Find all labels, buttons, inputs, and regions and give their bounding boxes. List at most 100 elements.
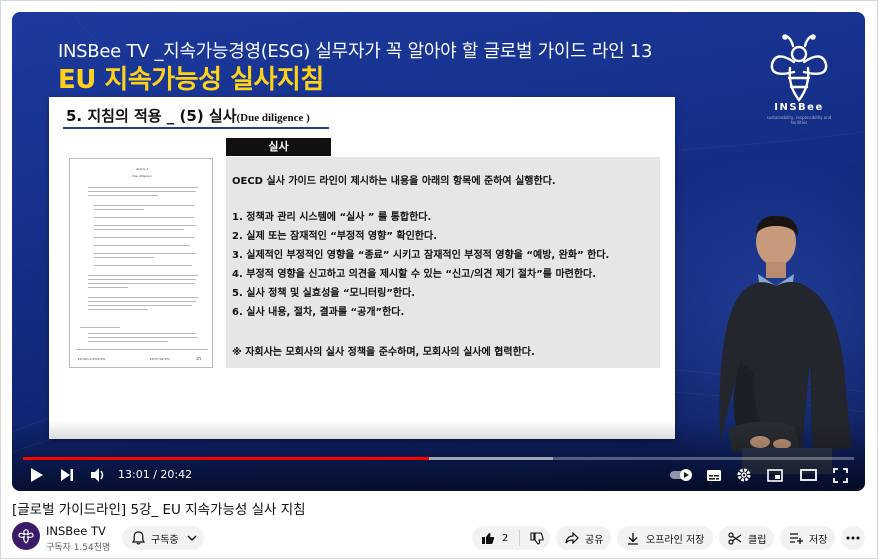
autoplay-toggle-icon	[670, 469, 692, 481]
autoplay-toggle[interactable]	[667, 464, 697, 486]
insbee-logo-text: INSBee	[774, 102, 824, 113]
clip-button[interactable]: 클립	[719, 526, 774, 550]
doc-line	[88, 187, 198, 188]
slide-item: 6. 실사 내용, 절차, 결과를 “공개”한다.	[232, 307, 405, 318]
video-player[interactable]: INSBee TV _지속가능경영(ESG) 실무자가 꼭 알아야 할 글로벌 …	[12, 12, 865, 491]
doc-line	[94, 245, 190, 246]
settings-icon	[737, 468, 751, 482]
settings-button[interactable]	[733, 464, 755, 486]
doc-line	[88, 191, 196, 192]
offline-save-button[interactable]: 오프라인 저장	[617, 526, 713, 550]
video-title: [글로벌 가이드라인] 5강_ EU 지속가능성 실사 지침	[12, 502, 306, 518]
clip-label: 클립	[748, 534, 767, 546]
video-heading-main: EU 지속가능성 실사지침	[58, 65, 324, 95]
slide-heading-underline	[63, 127, 329, 129]
subscribe-label: 구독중	[151, 534, 179, 546]
playlist-add-icon	[790, 533, 803, 544]
doc-line	[88, 279, 196, 280]
doc-line	[94, 265, 192, 266]
like-count: 2	[502, 532, 509, 544]
slide-item: 4. 부정적 영향을 신고하고 의견을 제시할 수 있는 “신고/의견 제기 절…	[232, 269, 597, 280]
slide-item: 5. 실사 정책 및 실효성을 “모니터링”한다.	[232, 288, 416, 299]
doc-line	[88, 341, 168, 342]
next-button[interactable]	[56, 464, 78, 486]
volume-icon	[91, 468, 104, 482]
doc-line	[94, 253, 196, 254]
doc-footer-mid: PE/07/AP/EN	[150, 357, 170, 361]
subscriber-count: 구독자 1.54천명	[46, 543, 111, 553]
save-to-playlist-button[interactable]: 저장	[780, 526, 835, 550]
slide-heading-small: (Due diligence )	[236, 112, 310, 124]
slide-intro: OECD 실사 가이드 라인이 제시하는 내용을 아래의 항목에 준하여 실행한…	[232, 176, 556, 187]
doc-line	[88, 275, 198, 276]
doc-line	[88, 283, 194, 284]
bell-icon	[132, 531, 145, 545]
play-button[interactable]	[26, 464, 48, 486]
more-actions-button[interactable]	[841, 526, 865, 550]
slide-item: 3. 실제적인 부정적인 영향을 “종료” 시키고 잠재적인 부정적 영향을 “…	[232, 250, 610, 261]
doc-article: Article 4	[135, 167, 149, 171]
theater-mode-button[interactable]	[797, 464, 819, 486]
bee-icon	[18, 529, 34, 544]
time-total: 20:42	[160, 468, 193, 481]
doc-line	[94, 225, 196, 226]
slide-note: ※ 자회사는 모회사의 실사 정책을 준수하며, 모회사의 실사에 협력한다.	[232, 347, 535, 358]
doc-line	[88, 297, 198, 298]
scissors-icon	[728, 531, 742, 545]
subtitles-icon	[707, 469, 721, 481]
save-label: 저장	[809, 534, 828, 546]
doc-line	[94, 257, 154, 258]
share-icon	[565, 532, 579, 544]
miniplayer-button[interactable]	[764, 464, 786, 486]
doc-line	[88, 287, 128, 288]
doc-footer-rule	[76, 349, 208, 350]
slide-item: 2. 실제 또는 잠재적인 “부정적 영향” 확인한다.	[232, 231, 437, 242]
doc-footer-num: 2N	[196, 356, 202, 361]
slide-heading: 5. 지침의 적용 _ (5) 실사(Due diligence )	[66, 105, 310, 126]
doc-line	[88, 333, 196, 334]
slide-heading-text: 5. 지침의 적용 _ (5) 실사	[66, 107, 237, 125]
like-dislike-group: 2	[472, 526, 550, 550]
presentation-slide: 5. 지침의 적용 _ (5) 실사(Due diligence ) Artic…	[49, 97, 675, 439]
mute-button[interactable]	[87, 464, 109, 486]
channel-avatar[interactable]	[12, 522, 40, 550]
next-icon	[61, 469, 73, 481]
offline-save-label: 오프라인 저장	[646, 534, 705, 546]
channel-name[interactable]: INSBee TV	[46, 524, 106, 538]
doc-line	[88, 195, 158, 196]
time-current: 13:01	[118, 468, 150, 481]
theater-icon	[799, 469, 817, 481]
share-button[interactable]: 공유	[556, 526, 611, 550]
doc-line	[94, 217, 194, 218]
doc-line	[94, 237, 194, 238]
time-separator: /	[149, 468, 161, 481]
subscribed-button[interactable]: 구독중	[122, 526, 204, 550]
download-icon	[628, 532, 638, 545]
slide-content-panel: OECD 실사 가이드 라인이 제시하는 내용을 아래의 항목에 준하여 실행한…	[226, 157, 660, 368]
doc-line	[94, 209, 144, 210]
progress-played	[23, 457, 429, 460]
more-icon	[846, 536, 860, 540]
doc-line	[80, 327, 120, 328]
play-icon	[31, 468, 43, 482]
insbee-logo-sub: sustainability, responsibility and facil…	[766, 115, 832, 125]
doc-line	[88, 305, 192, 306]
fullscreen-icon	[832, 467, 848, 483]
subtitles-button[interactable]	[703, 464, 725, 486]
slide-item: 1. 정책과 관리 시스템에 “실사 ” 를 통합한다.	[232, 212, 432, 223]
time-display: 13:01 / 20:42	[118, 468, 192, 481]
doc-line	[88, 337, 198, 338]
share-label: 공유	[585, 534, 604, 546]
doc-line	[88, 301, 196, 302]
document-thumbnail: Article 4 Due diligence PE/06/CJ/XXX/EN …	[69, 158, 213, 368]
doc-line	[88, 309, 148, 310]
doc-line	[94, 229, 184, 230]
youtube-watch-page: INSBee TV _지속가능경영(ESG) 실무자가 꼭 알아야 할 글로벌 …	[0, 0, 878, 559]
dislike-icon[interactable]	[530, 531, 545, 545]
miniplayer-icon	[767, 468, 783, 482]
doc-footer-left: PE/06/CJ/XXX/EN	[78, 357, 106, 361]
fullscreen-button[interactable]	[829, 464, 851, 486]
doc-line	[94, 205, 194, 206]
doc-subject: Due diligence	[132, 174, 152, 178]
like-icon[interactable]	[481, 532, 495, 545]
